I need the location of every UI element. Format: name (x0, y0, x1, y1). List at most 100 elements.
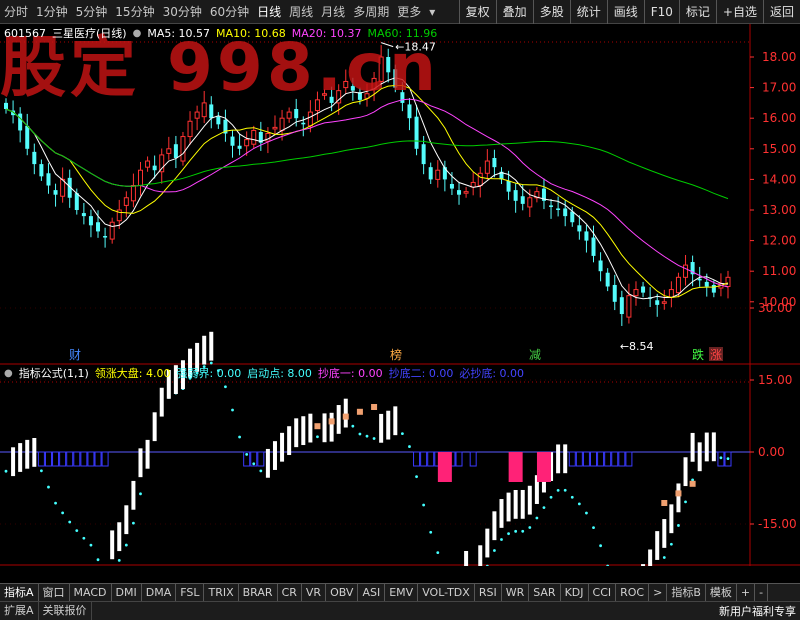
ma-dropdown-icon[interactable]: ● (133, 28, 142, 39)
candle-body (668, 289, 674, 298)
candle-body (109, 221, 115, 240)
indicator-marker (342, 413, 349, 420)
timeframe-tab[interactable]: 日线 (253, 0, 285, 24)
indicator-tab[interactable]: MACD (70, 583, 112, 602)
indicator-tab[interactable]: EMV (385, 583, 419, 602)
indicator-bar (556, 444, 561, 474)
indicator-value: 抄底一: 0.00 (317, 367, 383, 380)
timeframe-tab[interactable]: 周线 (285, 0, 317, 24)
indicator-tab[interactable]: WR (502, 583, 530, 602)
timeframe-tab[interactable]: 1分钟 (32, 0, 72, 24)
indicator-tab[interactable]: SAR (529, 583, 561, 602)
toolbar-button[interactable]: 画线 (606, 0, 644, 24)
toolbar-button[interactable]: 叠加 (495, 0, 533, 24)
indicator-marker (689, 480, 696, 487)
indicator-tab[interactable]: ROC (616, 583, 650, 602)
indicator-tab[interactable]: 指标A (0, 583, 39, 602)
indicator-dot (400, 432, 404, 436)
indicator-dot (117, 558, 121, 562)
indicator-dot (39, 469, 43, 473)
indicator-bar (379, 413, 384, 443)
indicator-tab[interactable]: OBV (326, 583, 359, 602)
ma-value: MA20: 10.37 (291, 26, 362, 40)
indicator-bar (655, 531, 660, 560)
indicator-bar (683, 457, 688, 487)
timeframe-tab[interactable]: 60分钟 (206, 0, 253, 24)
candle-body (88, 216, 93, 226)
candle-body (577, 225, 582, 232)
status-item-quote[interactable]: 关联报价 (39, 602, 92, 620)
indicator-tab[interactable]: 窗口 (39, 583, 70, 602)
toolbar-button[interactable]: 复权 (458, 0, 496, 24)
candle-body (130, 185, 136, 202)
candle-body (386, 57, 391, 73)
timeframe-tab[interactable]: 月线 (317, 0, 349, 24)
indicator-bar (641, 564, 646, 566)
candle-body (343, 80, 349, 89)
timeframe-tab[interactable]: 分时 (0, 0, 32, 24)
indicator-value: 启动点: 8.00 (247, 367, 312, 380)
indicator-tab[interactable]: DMA (142, 583, 177, 602)
toolbar-button[interactable]: 多股 (532, 0, 570, 24)
status-item-extend[interactable]: 扩展A (0, 602, 39, 620)
indicator-bar (478, 545, 483, 566)
indicator-bar (563, 444, 568, 474)
indicator-marker (328, 418, 335, 425)
indicator-bar (11, 447, 16, 477)
indicator-dot (351, 424, 355, 428)
indicator-bar (485, 528, 490, 558)
indicator-dot (507, 532, 510, 536)
stock-chart-canvas[interactable]: 18.00 17.00 16.00 15.00 14.00 13.00 12.00 11.00… (0, 24, 800, 566)
indicator-tab[interactable]: DMI (112, 583, 142, 602)
indicator-tab[interactable]: VR (302, 583, 327, 602)
indicator-bar (18, 443, 23, 472)
timeframe-tab[interactable]: 15分钟 (111, 0, 158, 24)
indicator-dropdown-icon[interactable]: ● (4, 368, 13, 379)
toolbar-button[interactable]: 返回 (762, 0, 800, 24)
candle-body (53, 190, 58, 195)
timeframe-tab[interactable]: 30分钟 (159, 0, 206, 24)
indicator-tab[interactable]: 指标B (667, 583, 706, 602)
toolbar-button[interactable]: 标记 (678, 0, 716, 24)
indicator-bar (110, 530, 115, 560)
toolbar-button[interactable]: F10 (643, 0, 679, 24)
indicator-tab[interactable]: + (737, 583, 756, 602)
indicator-tab[interactable]: - (755, 583, 769, 602)
price-tick-label: 18.00 (762, 50, 796, 64)
indicator-tab[interactable]: 模板 (706, 583, 737, 602)
candle-body (314, 99, 320, 112)
timeframe-tab[interactable]: 5分钟 (72, 0, 112, 24)
promo-link[interactable]: 新用户福利专享 (719, 603, 800, 619)
indicator-tab[interactable]: > (649, 583, 668, 602)
candle-body (244, 139, 250, 147)
indicator-bar (145, 439, 150, 469)
indicator-name[interactable]: 指标公式(1,1) (19, 365, 89, 381)
indicator-tab[interactable]: VOL-TDX (418, 583, 475, 602)
candle-body (641, 286, 646, 293)
indicator-bar (499, 499, 504, 528)
candle-body (18, 113, 23, 131)
indicator-tab[interactable]: ASI (358, 583, 386, 602)
timeframe-tab[interactable]: 多周期 (349, 0, 393, 24)
indicator-tab[interactable]: TRIX (204, 583, 239, 602)
indicator-tab[interactable]: KDJ (561, 583, 589, 602)
event-marker: 财 (69, 348, 81, 362)
toolbar-button[interactable]: 统计 (569, 0, 607, 24)
indicator-tab[interactable]: BRAR (239, 583, 278, 602)
toolbar-button[interactable]: +自选 (715, 0, 763, 24)
indicator-value: 必抄底: 0.00 (459, 367, 525, 380)
indicator-tab[interactable]: RSI (475, 583, 502, 602)
indicator-tab[interactable]: FSL (176, 583, 205, 602)
more-chevron-icon[interactable]: ▾ (425, 0, 439, 24)
indicator-bar (329, 412, 334, 442)
indicator-tab[interactable]: CCI (589, 583, 617, 602)
indicator-dot (521, 529, 525, 533)
indicator-tab[interactable]: CR (278, 583, 302, 602)
indicator-bar (159, 387, 164, 417)
timeframe-tab[interactable]: 更多 (393, 0, 425, 24)
indicator-dot (677, 524, 680, 527)
candle-body (96, 222, 101, 232)
price-tick-label: 13.00 (762, 203, 796, 217)
indicator-dot (585, 511, 588, 515)
candle-body (428, 167, 433, 180)
